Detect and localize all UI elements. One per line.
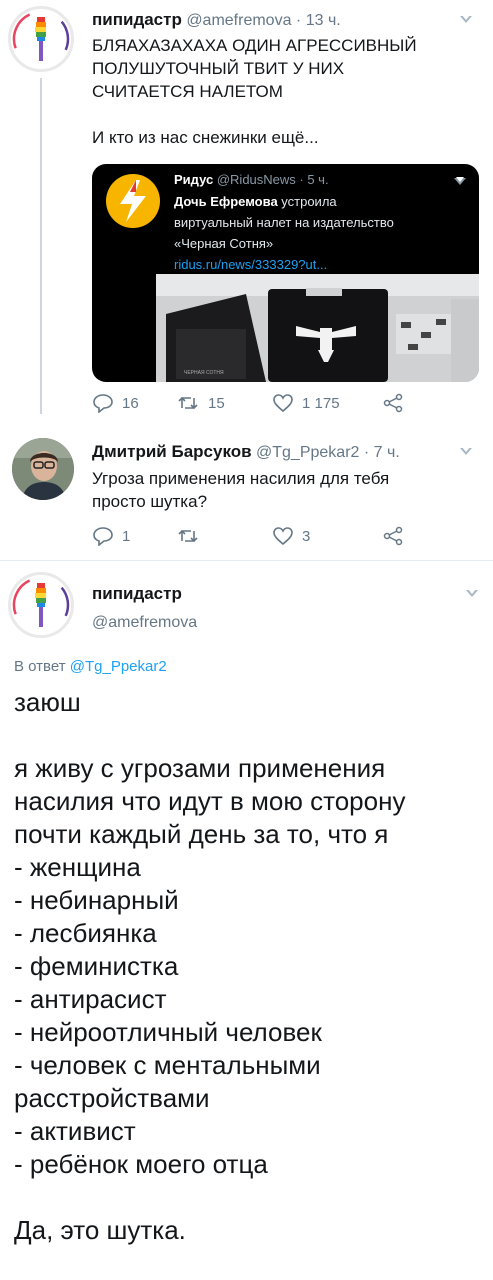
share-button[interactable]: [382, 393, 404, 413]
heart-icon: [273, 527, 293, 546]
chevron-down-icon[interactable]: [460, 447, 472, 455]
quote-handle-time: @RidusNews · 5 ч.: [216, 172, 329, 187]
person-photo: [12, 438, 74, 500]
reply-icon: [93, 394, 113, 413]
like-count: 1 175: [302, 394, 340, 412]
retweet-icon: [178, 529, 198, 543]
chevron-down-icon[interactable]: [466, 589, 478, 597]
tweet-text: Угроза применения насилия для тебя прост…: [92, 469, 390, 511]
reply-to-link[interactable]: @Tg_Ppekar2: [70, 658, 167, 675]
svg-text:ЧЕРНАЯ СОТНЯ: ЧЕРНАЯ СОТНЯ: [184, 370, 224, 376]
tweet-text: заюш я живу с угрозами применения насили…: [14, 687, 406, 1245]
chevron-down-icon[interactable]: [460, 15, 472, 23]
display-name[interactable]: Дмитрий Барсуков: [92, 442, 252, 461]
display-name[interactable]: пипидастр: [92, 584, 182, 604]
like-count: 3: [302, 527, 311, 545]
share-icon: [383, 526, 403, 546]
tweet-text: БЛЯАХАЗАХАХА ОДИН АГРЕССИВНЫЙ ПОЛУШУТОЧН…: [92, 36, 417, 147]
quote-link[interactable]: ridus.ru/news/333329?ut...: [174, 254, 464, 275]
reply-count: 1: [122, 527, 131, 545]
rainbow-duster-icon: [12, 10, 70, 68]
reply-context: В ответ @Tg_Ppekar2: [14, 658, 167, 675]
quoted-tweet[interactable]: Ридус @RidusNews · 5 ч. Дочь Ефремова ус…: [92, 164, 479, 382]
quote-image[interactable]: ЧЕРНАЯ СОТНЯ: [156, 274, 479, 382]
reply-icon: [93, 527, 113, 546]
retweet-button[interactable]: 15: [176, 393, 272, 413]
thread-line: [40, 78, 42, 414]
handle-time[interactable]: @Tg_Ppekar2 · 7 ч.: [256, 444, 400, 461]
avatar[interactable]: [8, 6, 74, 72]
retweet-icon: [178, 396, 198, 410]
tweet-actions: 16 15 1 175: [92, 393, 422, 413]
reply-button[interactable]: 16: [92, 393, 176, 413]
like-button[interactable]: 3: [272, 526, 382, 546]
heart-icon: [273, 394, 293, 413]
quote-display-name: Ридус: [174, 172, 214, 187]
lightning-icon: [120, 180, 146, 222]
retweet-count: 15: [208, 394, 225, 412]
divider: [0, 560, 493, 561]
retweet-button[interactable]: [176, 526, 272, 546]
photo-illustration: ЧЕРНАЯ СОТНЯ: [156, 274, 479, 382]
share-icon: [383, 393, 403, 413]
handle[interactable]: @amefremova: [92, 614, 197, 632]
reply-button[interactable]: 1: [92, 526, 176, 546]
ridus-logo: [106, 174, 160, 228]
display-name[interactable]: пипидастр: [92, 10, 182, 29]
rainbow-duster-icon: [12, 576, 70, 634]
reply-count: 16: [122, 394, 139, 412]
avatar[interactable]: [12, 438, 74, 500]
avatar[interactable]: [8, 572, 74, 638]
like-button[interactable]: 1 175: [272, 393, 382, 413]
share-button[interactable]: [382, 526, 404, 546]
chevron-down-icon[interactable]: [454, 177, 466, 185]
handle-time[interactable]: @amefremova · 13 ч.: [186, 12, 340, 29]
tweet-actions: 1 3: [92, 526, 422, 546]
quote-text: Дочь Ефремова устроила виртуальный налет…: [174, 191, 464, 275]
